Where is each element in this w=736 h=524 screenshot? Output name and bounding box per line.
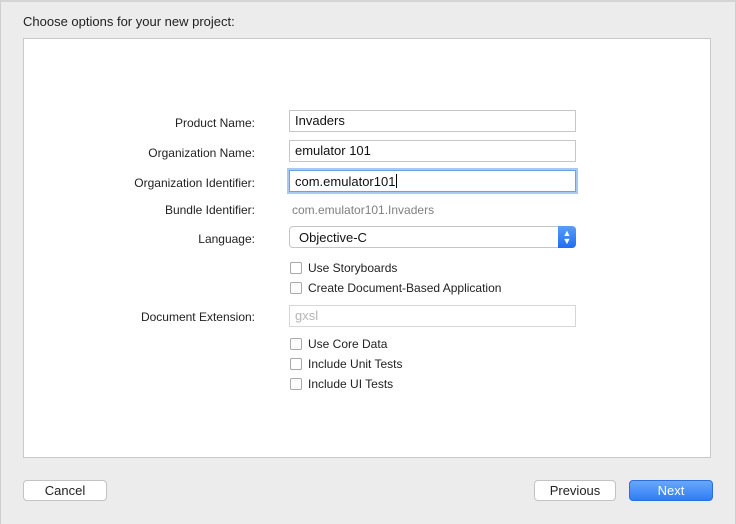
use-core-data-row[interactable]: Use Core Data (290, 336, 387, 352)
previous-button[interactable]: Previous (534, 480, 616, 501)
bundle-identifier-value: com.emulator101.Invaders (292, 203, 435, 217)
unit-tests-checkbox[interactable] (290, 358, 302, 370)
document-extension-label: Document Extension: (140, 310, 255, 324)
use-core-data-checkbox[interactable] (290, 338, 302, 350)
page-title: Choose options for your new project: (23, 14, 235, 29)
language-selected-value: Objective-C (299, 230, 367, 245)
use-storyboards-label: Use Storyboards (308, 261, 398, 275)
organization-identifier-field[interactable]: com.emulator101 (289, 170, 576, 192)
use-storyboards-row[interactable]: Use Storyboards (290, 260, 397, 276)
unit-tests-label: Include Unit Tests (308, 357, 403, 371)
options-panel: Product Name: Invaders Organization Name… (23, 38, 711, 458)
use-storyboards-checkbox[interactable] (290, 262, 302, 274)
cancel-button[interactable]: Cancel (23, 480, 107, 501)
document-extension-field[interactable]: gxsl (289, 305, 576, 327)
window-top-edge (0, 0, 736, 2)
document-based-row[interactable]: Create Document-Based Application (290, 280, 501, 296)
organization-identifier-value: com.emulator101 (295, 174, 396, 189)
organization-name-field[interactable]: emulator 101 (289, 140, 576, 162)
document-based-label: Create Document-Based Application (308, 281, 502, 295)
organization-name-label: Organization Name: (148, 146, 255, 160)
next-button[interactable]: Next (629, 480, 713, 501)
ui-tests-checkbox[interactable] (290, 378, 302, 390)
text-caret (396, 174, 398, 188)
chevron-up-down-icon: ▲ ▼ (558, 226, 576, 248)
language-label: Language: (198, 232, 255, 246)
window-left-edge (0, 0, 1, 524)
language-popup[interactable]: Objective-C ▲ ▼ (289, 226, 576, 248)
document-based-checkbox[interactable] (290, 282, 302, 294)
product-name-label: Product Name: (174, 116, 255, 130)
organization-identifier-label: Organization Identifier: (134, 176, 255, 190)
unit-tests-row[interactable]: Include Unit Tests (290, 356, 403, 372)
use-core-data-label: Use Core Data (308, 337, 388, 351)
ui-tests-label: Include UI Tests (308, 377, 394, 391)
ui-tests-row[interactable]: Include UI Tests (290, 376, 393, 392)
product-name-field[interactable]: Invaders (289, 110, 576, 132)
bundle-identifier-label: Bundle Identifier: (164, 203, 255, 217)
